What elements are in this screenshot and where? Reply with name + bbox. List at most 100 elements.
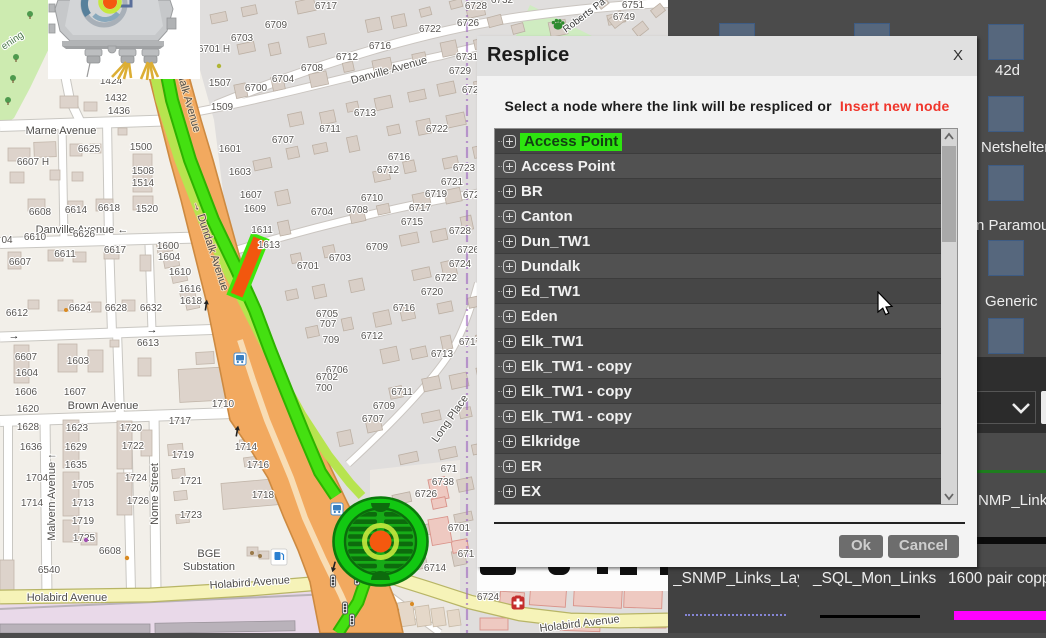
svg-text:1509: 1509 bbox=[211, 102, 234, 113]
svg-text:1601: 1601 bbox=[219, 144, 242, 155]
svg-text:1609: 1609 bbox=[244, 204, 267, 215]
svg-text:6731: 6731 bbox=[456, 52, 479, 63]
svg-text:1726: 1726 bbox=[127, 496, 150, 507]
svg-text:1635: 1635 bbox=[65, 460, 88, 471]
svg-text:6717: 6717 bbox=[315, 1, 338, 12]
svg-text:6625: 6625 bbox=[78, 144, 101, 155]
svg-text:1620: 1620 bbox=[17, 404, 40, 415]
svg-text:6711: 6711 bbox=[391, 387, 413, 398]
svg-text:6612: 6612 bbox=[6, 308, 29, 319]
svg-text:6715: 6715 bbox=[401, 217, 424, 228]
svg-text:1719: 1719 bbox=[72, 516, 95, 527]
svg-text:6708: 6708 bbox=[346, 205, 369, 216]
svg-text:700: 700 bbox=[316, 383, 333, 394]
svg-text:6703: 6703 bbox=[329, 253, 352, 264]
svg-text:6707: 6707 bbox=[362, 414, 385, 425]
svg-text:6716: 6716 bbox=[388, 152, 411, 163]
svg-text:1432: 1432 bbox=[105, 93, 128, 104]
svg-text:Marne Avenue: Marne Avenue bbox=[26, 125, 97, 137]
svg-text:6711: 6711 bbox=[319, 124, 341, 135]
svg-text:1629: 1629 bbox=[65, 442, 88, 453]
svg-text:1722: 1722 bbox=[122, 441, 145, 452]
svg-text:6709: 6709 bbox=[265, 20, 288, 31]
svg-text:1600: 1600 bbox=[157, 241, 180, 252]
svg-text:6710: 6710 bbox=[361, 193, 384, 204]
svg-text:04: 04 bbox=[1, 235, 13, 246]
svg-text:6701: 6701 bbox=[297, 261, 320, 272]
svg-text:1636: 1636 bbox=[20, 442, 43, 453]
svg-text:Malvern Avenue ↑: Malvern Avenue ↑ bbox=[46, 453, 58, 540]
svg-text:6614: 6614 bbox=[65, 205, 88, 216]
svg-text:1723: 1723 bbox=[180, 510, 203, 521]
svg-text:6628: 6628 bbox=[105, 303, 128, 314]
svg-text:6726: 6726 bbox=[457, 18, 480, 29]
svg-text:1508: 1508 bbox=[132, 166, 155, 177]
svg-text:1603: 1603 bbox=[229, 167, 252, 178]
svg-text:6632: 6632 bbox=[140, 303, 163, 314]
svg-text:6617: 6617 bbox=[104, 245, 127, 256]
svg-text:1604: 1604 bbox=[16, 368, 39, 379]
svg-text:6722: 6722 bbox=[419, 24, 442, 35]
svg-text:6724: 6724 bbox=[449, 259, 472, 270]
svg-text:1436: 1436 bbox=[108, 106, 131, 117]
svg-text:1607: 1607 bbox=[64, 387, 87, 398]
svg-text:1721: 1721 bbox=[180, 476, 203, 487]
svg-text:6716: 6716 bbox=[393, 303, 416, 314]
svg-text:6729: 6729 bbox=[449, 66, 472, 77]
svg-text:1607: 1607 bbox=[240, 190, 263, 201]
svg-text:1717: 1717 bbox=[169, 416, 192, 427]
svg-text:6708: 6708 bbox=[301, 63, 324, 74]
svg-text:6722: 6722 bbox=[426, 124, 449, 135]
svg-text:6611: 6611 bbox=[54, 249, 76, 260]
svg-text:1724: 1724 bbox=[125, 473, 148, 484]
svg-text:6704: 6704 bbox=[311, 207, 334, 218]
svg-text:1725: 1725 bbox=[73, 533, 96, 544]
svg-text:BGE: BGE bbox=[197, 548, 220, 560]
svg-text:6624: 6624 bbox=[69, 303, 92, 314]
svg-text:6607: 6607 bbox=[15, 352, 38, 363]
svg-text:6540: 6540 bbox=[38, 565, 61, 576]
svg-text:709: 709 bbox=[323, 335, 340, 346]
svg-text:1704: 1704 bbox=[26, 473, 49, 484]
svg-text:Brown Avenue: Brown Avenue bbox=[68, 400, 139, 412]
svg-text:6704: 6704 bbox=[272, 74, 295, 85]
svg-text:6721: 6721 bbox=[441, 177, 464, 188]
svg-text:6732: 6732 bbox=[491, 0, 514, 6]
svg-text:1611: 1611 bbox=[251, 225, 273, 236]
svg-text:6608: 6608 bbox=[29, 207, 52, 218]
svg-text:1713: 1713 bbox=[72, 498, 95, 509]
svg-text:6716: 6716 bbox=[369, 41, 392, 52]
svg-text:6724: 6724 bbox=[477, 592, 500, 603]
svg-text:6723: 6723 bbox=[453, 163, 476, 174]
svg-text:707: 707 bbox=[320, 319, 337, 330]
svg-text:6608: 6608 bbox=[99, 546, 122, 557]
svg-text:6613: 6613 bbox=[137, 338, 160, 349]
svg-text:6720: 6720 bbox=[421, 287, 444, 298]
svg-text:1610: 1610 bbox=[169, 267, 192, 278]
svg-text:6751: 6751 bbox=[622, 0, 645, 11]
svg-text:1719: 1719 bbox=[172, 450, 195, 461]
svg-text:1616: 1616 bbox=[179, 284, 202, 295]
svg-text:6700: 6700 bbox=[245, 83, 268, 94]
svg-text:6626: 6626 bbox=[73, 229, 96, 240]
svg-text:6738: 6738 bbox=[432, 477, 455, 488]
svg-text:671: 671 bbox=[441, 464, 458, 475]
svg-text:1500: 1500 bbox=[130, 142, 153, 153]
svg-text:6709: 6709 bbox=[373, 401, 396, 412]
svg-text:6709: 6709 bbox=[366, 242, 389, 253]
svg-text:Nome Street: Nome Street bbox=[149, 463, 161, 525]
svg-text:1606: 1606 bbox=[15, 387, 38, 398]
svg-text:6607: 6607 bbox=[9, 257, 32, 268]
svg-text:1628: 1628 bbox=[17, 422, 40, 433]
svg-text:6726: 6726 bbox=[415, 489, 438, 500]
svg-text:1710: 1710 bbox=[212, 399, 235, 410]
svg-text:6713: 6713 bbox=[354, 108, 377, 119]
svg-text:→: → bbox=[9, 330, 20, 342]
svg-text:1714: 1714 bbox=[21, 498, 44, 509]
svg-text:1514: 1514 bbox=[132, 178, 155, 189]
svg-text:6607 H: 6607 H bbox=[17, 157, 49, 168]
svg-text:1613: 1613 bbox=[258, 240, 281, 251]
svg-text:6728: 6728 bbox=[449, 226, 472, 237]
svg-text:1603: 1603 bbox=[67, 356, 90, 367]
svg-text:1714: 1714 bbox=[235, 442, 258, 453]
